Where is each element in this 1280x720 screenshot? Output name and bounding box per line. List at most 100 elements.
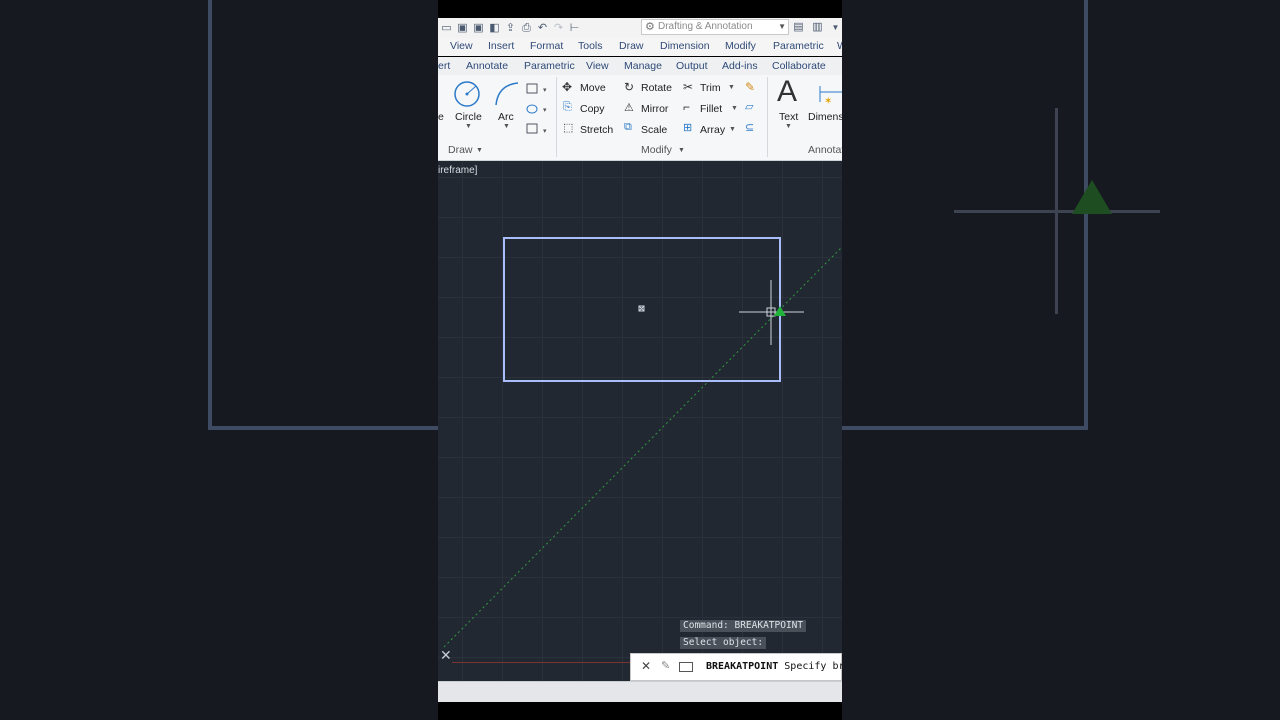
fillet-chevron-icon[interactable]: ▼ xyxy=(731,105,738,112)
new-icon[interactable]: ▭ xyxy=(440,22,453,35)
copy-icon: ⎘ xyxy=(563,101,572,113)
move-button[interactable]: Move xyxy=(580,82,606,94)
ribbon-separator xyxy=(556,77,557,157)
snap-marker-icon xyxy=(774,306,786,316)
menu-insert[interactable]: Insert xyxy=(488,40,514,52)
menu-tools[interactable]: Tools xyxy=(578,40,603,52)
mirror-button[interactable]: Mirror xyxy=(641,103,668,115)
move-icon: ✥ xyxy=(562,80,573,94)
line-button-label[interactable]: e xyxy=(438,111,444,123)
tab-output[interactable]: Output xyxy=(676,60,708,72)
array-chevron-icon[interactable]: ▼ xyxy=(729,126,736,133)
svg-text:▾: ▾ xyxy=(543,128,547,135)
menu-bar: View Insert Format Tools Draw Dimension … xyxy=(438,38,842,56)
chevron-down-icon: ▼ xyxy=(778,22,786,31)
trim-button[interactable]: Trim xyxy=(700,82,721,94)
fillet-icon: ⌐ xyxy=(683,100,691,114)
save-as-icon[interactable]: ▣ xyxy=(472,22,485,35)
draw-panel-title[interactable]: Draw xyxy=(448,144,473,156)
circle-icon[interactable] xyxy=(452,79,482,109)
rotate-icon: ↻ xyxy=(624,80,635,94)
svg-text:▾: ▾ xyxy=(543,87,547,94)
status-bar xyxy=(438,681,842,702)
arc-icon[interactable] xyxy=(492,79,522,109)
command-prompt: Specify br xyxy=(784,661,842,672)
print-icon[interactable]: ⎙ xyxy=(520,22,533,35)
drawing-geometry xyxy=(443,237,842,648)
menu-window[interactable]: W xyxy=(837,40,842,52)
arc-button[interactable]: Arc xyxy=(498,111,514,123)
publish-icon[interactable]: ⇪ xyxy=(504,22,517,35)
tab-collaborate[interactable]: Collaborate xyxy=(772,60,826,72)
undo-icon[interactable]: ↶ xyxy=(536,22,549,35)
svg-text:✶: ✶ xyxy=(824,96,832,107)
modify-panel-title[interactable]: Modify xyxy=(641,144,672,156)
ribbon-tabs: ert Annotate Parametric View Manage Outp… xyxy=(438,57,842,75)
stretch-icon: ⬚ xyxy=(563,122,574,134)
menu-view[interactable]: View xyxy=(450,40,473,52)
ucs-icon: ✕ xyxy=(440,647,452,663)
redo-icon[interactable]: ↷ xyxy=(552,22,565,35)
offset-icon[interactable]: ⊆ xyxy=(745,121,754,134)
customize-qat-icon[interactable]: ▼ xyxy=(829,21,842,34)
blurred-snap-marker xyxy=(1072,180,1112,214)
gear-icon: ⚙ xyxy=(645,21,655,33)
customize-wrench-icon[interactable]: ✎ xyxy=(661,659,670,672)
text-button[interactable]: Text xyxy=(779,111,798,123)
trim-icon: ✂ xyxy=(683,80,694,94)
save-icon[interactable]: ▣ xyxy=(456,22,469,35)
blurred-crosshair-v xyxy=(1055,108,1058,314)
workspace-dropdown[interactable]: ⚙ Drafting & Annotation ▼ xyxy=(641,19,789,35)
arc-chevron-icon[interactable]: ▼ xyxy=(503,123,510,130)
mirror-icon: ⚠ xyxy=(624,102,634,114)
text-icon[interactable]: A xyxy=(777,75,797,109)
layer-icon[interactable]: ▤ xyxy=(792,21,805,34)
text-chevron-icon[interactable]: ▼ xyxy=(785,123,792,130)
current-command: BREAKATPOINT xyxy=(706,661,779,672)
stretch-button[interactable]: Stretch xyxy=(580,124,613,136)
rotate-button[interactable]: Rotate xyxy=(641,82,672,94)
circle-chevron-icon[interactable]: ▼ xyxy=(465,123,472,130)
tab-parametric[interactable]: Parametric xyxy=(524,60,575,72)
trim-chevron-icon[interactable]: ▼ xyxy=(728,84,735,91)
menu-dimension[interactable]: Dimension xyxy=(660,40,710,52)
scale-icon: ⧉ xyxy=(624,121,632,133)
menu-parametric[interactable]: Parametric xyxy=(773,40,824,52)
ribbon-panel: e Circle ▼ Arc ▼ ▾ ▾ ▾ Draw ▼ ✥ Move ⎘ C… xyxy=(438,75,842,161)
menu-format[interactable]: Format xyxy=(530,40,563,52)
command-input[interactable]: BREAKATPOINT Specify br xyxy=(706,661,842,672)
command-prompt-icon[interactable] xyxy=(679,662,693,672)
workspace-label: Drafting & Annotation xyxy=(658,21,753,32)
command-history-line: Select object: xyxy=(680,637,767,649)
tab-manage[interactable]: Manage xyxy=(624,60,662,72)
ribbon-separator xyxy=(767,77,768,157)
annotation-panel-title[interactable]: Annotat xyxy=(808,144,842,156)
close-icon[interactable]: ✕ xyxy=(641,659,651,673)
tab-add-ins[interactable]: Add-ins xyxy=(722,60,758,72)
draw-panel-chevron-icon[interactable]: ▼ xyxy=(476,147,483,154)
copy-button[interactable]: Copy xyxy=(580,103,605,115)
command-line[interactable]: ✕ ✎ BREAKATPOINT Specify br xyxy=(630,653,842,681)
menu-modify[interactable]: Modify xyxy=(725,40,756,52)
tab-view[interactable]: View xyxy=(586,60,609,72)
open-web-icon[interactable]: ◧ xyxy=(488,22,501,35)
explode-icon[interactable]: ▱ xyxy=(745,100,753,113)
tab-annotate[interactable]: Annotate xyxy=(466,60,508,72)
array-button[interactable]: Array xyxy=(700,124,725,136)
dimension-icon[interactable]: ✶ xyxy=(818,82,842,108)
workspace-icon[interactable]: ▥ xyxy=(811,21,824,34)
match-properties-icon[interactable]: ⊢ xyxy=(568,22,581,35)
dimension-button[interactable]: Dimens xyxy=(808,111,842,123)
blurred-background-right xyxy=(842,0,1280,720)
blurred-rectangle-right xyxy=(842,0,1088,430)
scale-button[interactable]: Scale xyxy=(641,124,667,136)
drawing-canvas[interactable]: ireframe] Command: BREAKATPOINT Select o… xyxy=(438,161,842,681)
draw-small-tools[interactable]: ▾ ▾ ▾ xyxy=(526,82,550,138)
fillet-button[interactable]: Fillet xyxy=(700,103,722,115)
blurred-background-left xyxy=(0,0,438,720)
tab-insert[interactable]: ert xyxy=(438,60,450,72)
modify-panel-chevron-icon[interactable]: ▼ xyxy=(678,147,685,154)
menu-draw[interactable]: Draw xyxy=(619,40,644,52)
circle-button[interactable]: Circle xyxy=(455,111,482,123)
erase-icon[interactable]: ✎ xyxy=(745,80,755,94)
